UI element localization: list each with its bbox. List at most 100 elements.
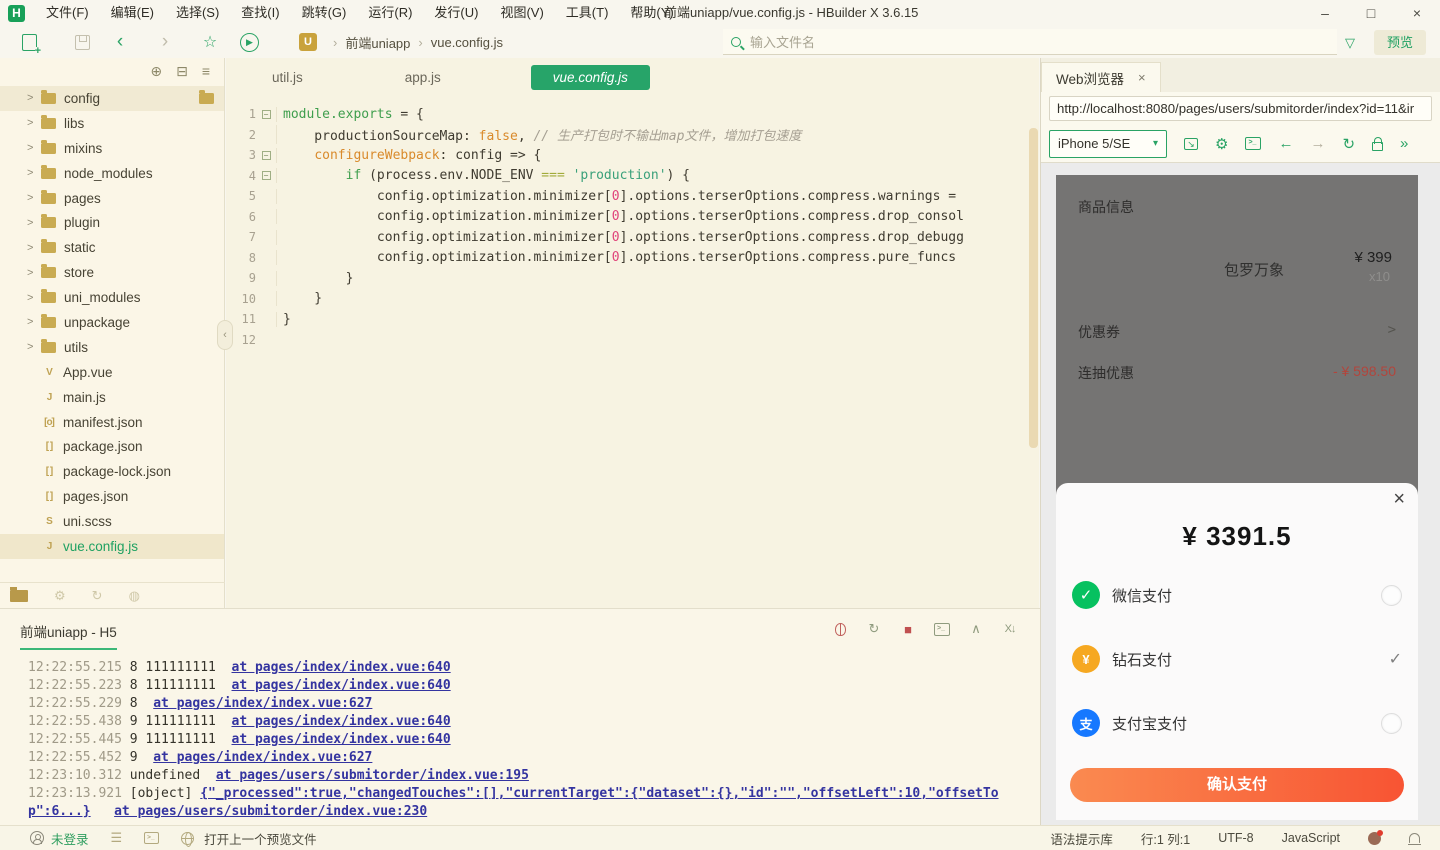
breadcrumb-project[interactable]: 前端uniapp <box>345 33 410 52</box>
menu-item[interactable]: 查找(I) <box>230 0 290 26</box>
sync-tab-icon[interactable]: ↻ <box>92 588 103 604</box>
tree-item[interactable]: Jmain.js <box>0 385 224 410</box>
tree-item[interactable]: >plugin <box>0 210 224 235</box>
modal-close-icon[interactable]: × <box>1393 488 1405 511</box>
minimize-button[interactable]: – <box>1302 0 1348 26</box>
status-globe-icon[interactable] <box>181 832 194 845</box>
forward-icon[interactable]: › <box>150 31 180 53</box>
editor-tab[interactable]: app.js <box>393 65 453 90</box>
nav-back-icon[interactable]: ← <box>1278 135 1293 152</box>
tree-item[interactable]: >node_modules <box>0 161 224 186</box>
notification-badge-icon[interactable] <box>1368 832 1381 845</box>
tree-item[interactable]: [o]manifest.json <box>0 410 224 435</box>
tree-item[interactable]: >unpackage <box>0 310 224 335</box>
file-search-input[interactable]: 输入文件名 <box>723 29 1337 55</box>
devtools-icon[interactable]: >_ <box>1245 137 1261 150</box>
account-icon[interactable] <box>30 831 44 845</box>
back-icon[interactable]: ‹ <box>105 31 135 53</box>
close-button[interactable]: × <box>1394 0 1440 26</box>
locate-folder-icon[interactable] <box>199 93 214 104</box>
star-icon[interactable]: ☆ <box>195 32 225 52</box>
radio-unselected[interactable] <box>1381 713 1402 734</box>
log-link[interactable]: at pages/users/submitorder/index.vue:230 <box>114 804 427 819</box>
stop-icon[interactable]: ■ <box>900 621 916 637</box>
tree-item[interactable]: Suni.scss <box>0 509 224 534</box>
bell-icon[interactable] <box>1409 833 1420 843</box>
debug-icon[interactable] <box>835 623 846 636</box>
run-icon[interactable]: ▶ <box>240 33 259 52</box>
tree-item[interactable]: [ ]package-lock.json <box>0 459 224 484</box>
new-file-icon[interactable] <box>22 34 37 51</box>
log-link[interactable]: at pages/index/index.vue:640 <box>232 714 451 729</box>
editor-scrollbar[interactable] <box>1029 128 1038 448</box>
tree-item[interactable]: VApp.vue <box>0 360 224 385</box>
tree-item[interactable]: [ ]pages.json <box>0 484 224 509</box>
menu-item[interactable]: 工具(T) <box>555 0 620 26</box>
payment-option[interactable]: 支支付宝支付 <box>1056 691 1418 755</box>
refresh-icon[interactable]: ↻ <box>1342 135 1355 153</box>
restart-icon[interactable]: ↻ <box>866 621 882 637</box>
tree-item[interactable]: >libs <box>0 111 224 136</box>
status-terminal-icon[interactable]: >_ <box>144 832 159 844</box>
menu-item[interactable]: 跳转(G) <box>291 0 358 26</box>
tree-item[interactable]: >store <box>0 260 224 285</box>
maximize-button[interactable]: □ <box>1348 0 1394 26</box>
debug-tab-icon[interactable]: ⚙ <box>54 588 66 604</box>
log-link[interactable]: at pages/index/index.vue:627 <box>153 696 372 711</box>
save-icon[interactable] <box>75 35 90 50</box>
syntax-library[interactable]: 语法提示库 <box>1050 829 1113 848</box>
encoding[interactable]: UTF-8 <box>1218 831 1253 845</box>
tree-item[interactable]: >mixins <box>0 136 224 161</box>
web-tab-icon[interactable]: ◍ <box>129 588 140 604</box>
clear-console-icon[interactable]: X↓ <box>1002 621 1018 637</box>
more-icon[interactable]: » <box>1400 135 1408 152</box>
gear-icon[interactable]: ⚙ <box>1215 135 1228 153</box>
menu-item[interactable]: 选择(S) <box>165 0 230 26</box>
url-input[interactable]: http://localhost:8080/pages/users/submit… <box>1049 96 1432 121</box>
selected-check-icon[interactable]: ✓ <box>1389 649 1402 669</box>
collapse-all-icon[interactable]: ⊟ <box>176 63 188 80</box>
payment-option[interactable]: ¥钻石支付✓ <box>1056 627 1418 691</box>
console-tab[interactable]: 前端uniapp - H5 <box>20 621 117 650</box>
radio-unselected[interactable] <box>1381 585 1402 606</box>
menu-item[interactable]: 视图(V) <box>489 0 554 26</box>
nav-forward-icon[interactable]: → <box>1310 135 1325 152</box>
fold-marker-icon[interactable]: − <box>256 171 276 180</box>
language-mode[interactable]: JavaScript <box>1282 831 1340 845</box>
cursor-position[interactable]: 行:1 列:1 <box>1141 829 1190 848</box>
device-select[interactable]: iPhone 5/SE ▾ <box>1049 130 1167 158</box>
browser-tab-close-icon[interactable]: × <box>1138 70 1146 85</box>
editor-tab[interactable]: util.js <box>260 65 315 90</box>
lock-icon[interactable] <box>1372 142 1383 151</box>
collapse-console-icon[interactable]: ∧ <box>968 621 984 637</box>
menu-item[interactable]: 运行(R) <box>357 0 423 26</box>
explorer-menu-icon[interactable]: ≡ <box>202 63 210 79</box>
breadcrumb-file[interactable]: vue.config.js <box>431 35 503 50</box>
tree-item[interactable]: >config <box>0 86 224 111</box>
open-external-icon[interactable]: ↘ <box>1184 138 1198 150</box>
log-link[interactable]: at pages/index/index.vue:627 <box>153 750 372 765</box>
open-previous-preview[interactable]: 打开上一个预览文件 <box>204 829 317 848</box>
terminal-icon[interactable]: >_ <box>934 623 950 636</box>
menu-item[interactable]: 编辑(E) <box>100 0 165 26</box>
tree-item[interactable]: >pages <box>0 186 224 211</box>
editor-tab[interactable]: vue.config.js <box>531 65 650 90</box>
fold-marker-icon[interactable]: − <box>256 110 276 119</box>
fold-marker-icon[interactable]: − <box>256 151 276 160</box>
preview-button[interactable]: 预览 <box>1374 30 1426 55</box>
tree-item[interactable]: Jvue.config.js <box>0 534 224 559</box>
log-link[interactable]: at pages/index/index.vue:640 <box>232 678 451 693</box>
locate-file-icon[interactable]: ⊕ <box>150 63 162 80</box>
coupon-row[interactable]: 优惠券 > <box>1078 322 1396 342</box>
payment-option[interactable]: ✓微信支付 <box>1056 563 1418 627</box>
files-tab-icon[interactable] <box>10 590 28 602</box>
outline-list-icon[interactable]: ☰ <box>111 830 123 846</box>
menu-item[interactable]: 发行(U) <box>423 0 489 26</box>
confirm-pay-button[interactable]: 确认支付 <box>1070 768 1404 802</box>
sidebar-collapse-handle[interactable]: ‹ <box>217 320 233 350</box>
tree-item[interactable]: >uni_modules <box>0 285 224 310</box>
browser-tab[interactable]: Web浏览器 × <box>1041 62 1161 92</box>
log-link[interactable]: at pages/users/submitorder/index.vue:195 <box>216 768 529 783</box>
tree-item[interactable]: >utils <box>0 335 224 360</box>
log-link[interactable]: at pages/index/index.vue:640 <box>232 660 451 675</box>
